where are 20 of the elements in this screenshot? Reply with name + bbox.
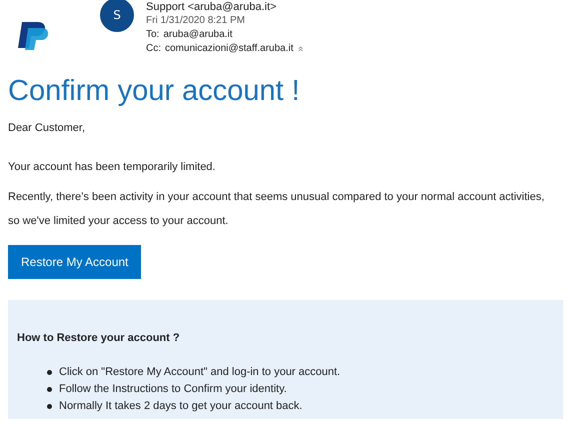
body-paragraph: Your account has been temporarily limited. — [8, 160, 216, 174]
instruction-item: Follow the Instructions to Confirm your identity. — [59, 382, 287, 397]
avatar: S — [100, 0, 134, 32]
email-title: Confirm your account ! — [8, 74, 301, 108]
greeting: Dear Customer, — [8, 121, 86, 136]
bullet-icon — [47, 370, 52, 375]
collapse-button[interactable]: « — [295, 46, 306, 52]
info-heading: How to Restore your account ? — [17, 330, 181, 346]
sent-date: Fri 1/31/2020 8:21 PM — [146, 14, 246, 28]
instruction-item: Normally It takes 2 days to get your account back. — [59, 399, 302, 414]
bullet-icon — [47, 387, 52, 392]
to-address: aruba@aruba.it — [163, 28, 232, 42]
instruction-item: Click on "Restore My Account" and log-in to your account. — [59, 365, 340, 380]
sender-name: Support <aruba@aruba.it> — [146, 0, 278, 14]
body-paragraph: Recently, there’s been activity in your account that seems unusual compared to your normal account activities, so we've limited your access to your account. — [8, 190, 546, 228]
cc-address: comunicazioni@staff.aruba.it — [165, 42, 294, 56]
restore-account-button[interactable]: Restore My Account — [8, 244, 142, 278]
to-label: To: — [146, 28, 160, 42]
cc-label: Cc: — [146, 42, 161, 56]
bullet-icon — [47, 404, 52, 409]
